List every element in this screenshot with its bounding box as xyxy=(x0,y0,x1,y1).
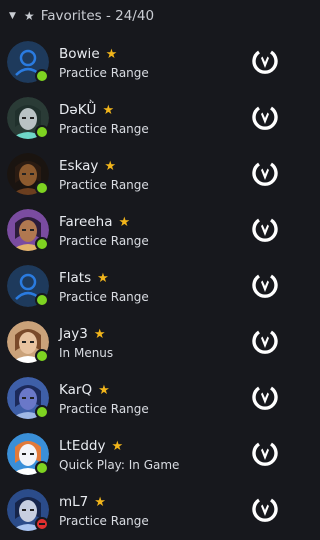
overwatch-icon[interactable] xyxy=(250,158,280,188)
friend-name-line: KarQ ★ xyxy=(59,382,110,398)
friend-row[interactable]: mL7 ★ Practice Range xyxy=(0,482,296,538)
caret-down-icon[interactable]: ▼ xyxy=(9,11,16,21)
online-status-icon xyxy=(35,237,49,251)
favorite-star-icon[interactable]: ★ xyxy=(119,215,131,230)
avatar-container xyxy=(7,377,49,419)
overwatch-icon[interactable] xyxy=(250,214,280,244)
favorite-star-icon[interactable]: ★ xyxy=(97,271,109,286)
favorite-star-icon[interactable]: ★ xyxy=(98,383,110,398)
friend-row[interactable]: DəKǛ ★ Practice Range xyxy=(0,90,296,146)
star-icon: ★ xyxy=(23,9,35,23)
online-status-icon xyxy=(35,125,49,139)
friend-name-line: Flats ★ xyxy=(59,270,109,286)
favorites-group-header[interactable]: ▼ ★ Favorites - 24/40 xyxy=(0,0,296,32)
overwatch-icon[interactable] xyxy=(250,46,280,76)
friend-row[interactable]: Fareeha ★ Practice Range xyxy=(0,202,296,258)
friend-activity: Quick Play: In Game xyxy=(59,458,180,472)
friend-name: Eskay xyxy=(59,158,99,174)
friend-activity: Practice Range xyxy=(59,514,149,528)
friend-row[interactable]: Flats ★ Practice Range xyxy=(0,258,296,314)
overwatch-icon[interactable] xyxy=(250,102,280,132)
friend-activity: In Menus xyxy=(59,346,114,360)
favorite-star-icon[interactable]: ★ xyxy=(102,103,114,118)
friend-name-line: mL7 ★ xyxy=(59,494,106,510)
avatar-container xyxy=(7,489,49,531)
overwatch-icon[interactable] xyxy=(250,438,280,468)
avatar-container xyxy=(7,433,49,475)
online-status-icon xyxy=(35,293,49,307)
friend-row[interactable]: Eskay ★ Practice Range xyxy=(0,146,296,202)
favorites-group-title: Favorites - 24/40 xyxy=(40,8,155,24)
friend-name: LtEddy xyxy=(59,438,106,454)
avatar-container xyxy=(7,41,49,83)
friend-name: Fareeha xyxy=(59,214,113,230)
friend-name-line: Jay3 ★ xyxy=(59,326,106,342)
friend-activity: Practice Range xyxy=(59,290,149,304)
favorite-star-icon[interactable]: ★ xyxy=(94,495,106,510)
friend-activity: Practice Range xyxy=(59,66,149,80)
friend-activity: Practice Range xyxy=(59,122,149,136)
friend-name: DəKǛ xyxy=(59,102,97,118)
friend-name: Bowie xyxy=(59,46,100,62)
avatar-container xyxy=(7,153,49,195)
online-status-icon xyxy=(35,181,49,195)
favorite-star-icon[interactable]: ★ xyxy=(111,439,123,454)
do-not-disturb-status-icon xyxy=(35,517,49,531)
favorite-star-icon[interactable]: ★ xyxy=(106,47,118,62)
friend-name-line: Eskay ★ xyxy=(59,158,116,174)
friend-row[interactable]: KarQ ★ Practice Range xyxy=(0,370,296,426)
friend-row[interactable]: Jay3 ★ In Menus xyxy=(0,314,296,370)
avatar-container xyxy=(7,321,49,363)
friend-name-line: Fareeha ★ xyxy=(59,214,130,230)
online-status-icon xyxy=(35,461,49,475)
favorite-star-icon[interactable]: ★ xyxy=(94,327,106,342)
overwatch-icon[interactable] xyxy=(250,326,280,356)
online-status-icon xyxy=(35,405,49,419)
friend-name-line: DəKǛ ★ xyxy=(59,102,114,118)
friend-name-line: Bowie ★ xyxy=(59,46,117,62)
overwatch-icon[interactable] xyxy=(250,270,280,300)
friend-activity: Practice Range xyxy=(59,234,149,248)
friend-name: Flats xyxy=(59,270,92,286)
friend-name-line: LtEddy ★ xyxy=(59,438,123,454)
overwatch-icon[interactable] xyxy=(250,382,280,412)
avatar-container xyxy=(7,209,49,251)
friend-name: Jay3 xyxy=(59,326,88,342)
overwatch-icon[interactable] xyxy=(250,494,280,524)
friend-name: mL7 xyxy=(59,494,89,510)
favorite-star-icon[interactable]: ★ xyxy=(104,159,116,174)
friend-row[interactable]: Bowie ★ Practice Range xyxy=(0,34,296,90)
friend-activity: Practice Range xyxy=(59,178,149,192)
friend-row[interactable]: LtEddy ★ Quick Play: In Game xyxy=(0,426,296,482)
online-status-icon xyxy=(35,349,49,363)
friend-name: KarQ xyxy=(59,382,93,398)
avatar-container xyxy=(7,265,49,307)
avatar-container xyxy=(7,97,49,139)
online-status-icon xyxy=(35,69,49,83)
friends-list: Bowie ★ Practice Range DəKǛ ★ Practice R… xyxy=(0,34,296,538)
friend-activity: Practice Range xyxy=(59,402,149,416)
